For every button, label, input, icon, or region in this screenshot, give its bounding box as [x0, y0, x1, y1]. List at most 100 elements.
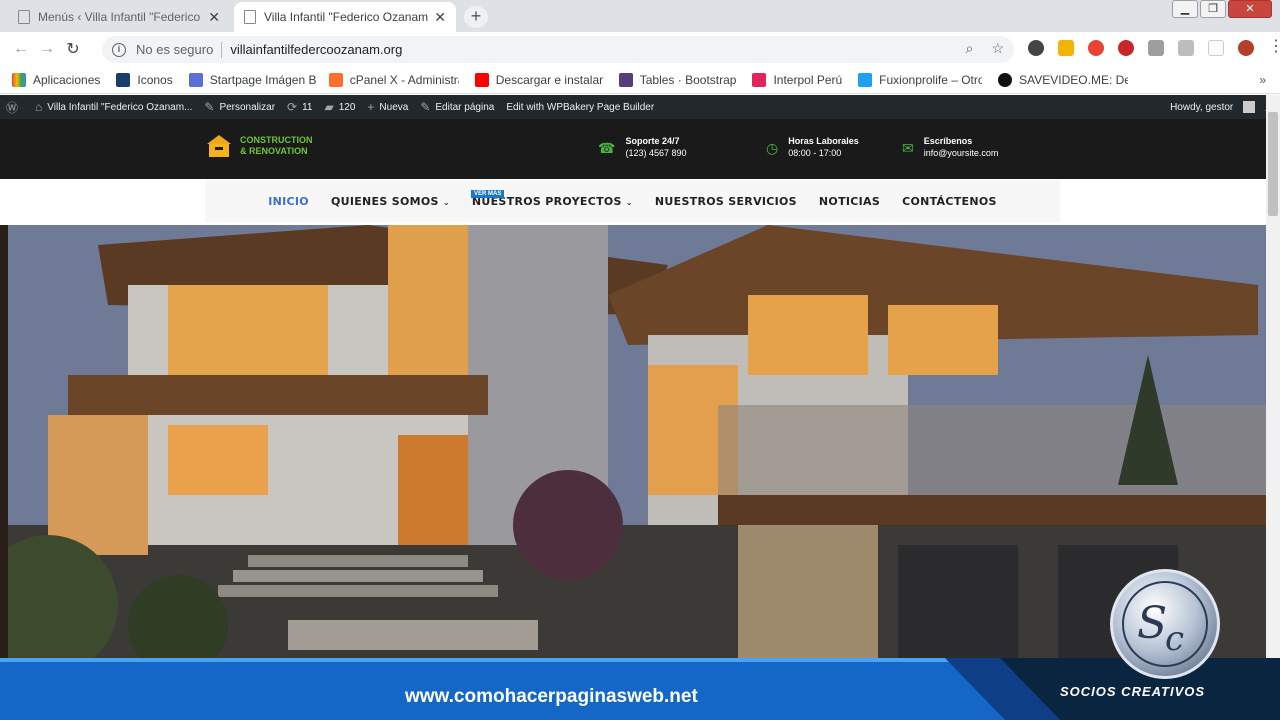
bookmark-apps[interactable]: Aplicaciones	[12, 72, 101, 87]
brush-icon: ✎	[204, 100, 215, 114]
wp-edit-label: Editar página	[435, 101, 495, 113]
wp-admin-bar: Ⓦ ⌂ Villa Infantil "Federico Ozanam... ✎ P…	[0, 95, 1280, 119]
nav-contactenos[interactable]: CONTÁCTENOS	[902, 195, 997, 208]
page-icon	[244, 10, 256, 24]
wp-howdy[interactable]: Howdy, gestor	[1170, 102, 1233, 113]
minimize-button[interactable]: ▁	[1172, 0, 1198, 18]
chevron-right-icon[interactable]: »	[1259, 73, 1266, 87]
bookmark-startpage[interactable]: Startpage Imágen Bu	[188, 72, 317, 87]
extension-icon[interactable]	[1028, 40, 1044, 56]
browser-tab-bar: Menús ‹ Villa Infantil "Federico O ✕ Vil…	[0, 0, 1280, 32]
new-tab-button[interactable]: +	[464, 6, 488, 28]
hero-left-edge	[0, 225, 8, 658]
bookmark-label: Aplicaciones	[33, 72, 101, 87]
nav-inicio[interactable]: INICIO	[268, 195, 309, 208]
email-value[interactable]: info@yoursite.com	[924, 148, 999, 158]
wp-customize-label: Personalizar	[219, 101, 276, 113]
scroll-thumb[interactable]	[1268, 112, 1278, 216]
bookmark-label: Tables · Bootstrap	[639, 72, 737, 87]
divider	[221, 41, 223, 58]
bookmark-label: SAVEVIDEO.ME: Desc	[1019, 72, 1129, 87]
hours-value: 08:00 - 17:00	[788, 148, 842, 158]
wordpress-icon[interactable]: Ⓦ	[6, 99, 23, 116]
youtube-icon	[474, 72, 489, 87]
logo-line-1: CONSTRUCTION	[240, 135, 313, 145]
wp-site-name: Villa Infantil "Federico Ozanam...	[47, 101, 193, 113]
hero-image	[8, 225, 1266, 658]
wp-new-label: Nueva	[379, 101, 409, 113]
menu-badge: VER MAS	[471, 190, 505, 198]
back-icon[interactable]: ←	[8, 40, 34, 58]
extension-icon[interactable]	[1208, 40, 1224, 56]
wp-customize-link[interactable]: ✎ Personalizar	[204, 100, 275, 114]
bookmark-label: Startpage Imágen Bu	[209, 72, 317, 87]
house-logo-icon	[206, 133, 232, 159]
bookmark-fuxion[interactable]: Fuxionprolife – Otro	[858, 72, 982, 87]
support-info: ☎ Soporte 24/7 (123) 4567 890	[598, 136, 687, 158]
socios-creativos-logo: S c	[1110, 569, 1220, 679]
bookmark-bootstrap[interactable]: Tables · Bootstrap	[618, 72, 737, 87]
logo-line-2: & RENOVATION	[240, 146, 308, 156]
wp-updates-count: 11	[302, 101, 313, 113]
bookmark-label: Interpol Perú	[773, 72, 843, 87]
extension-icon[interactable]	[1118, 40, 1134, 56]
extension-icon[interactable]	[1058, 40, 1074, 56]
menu-icon[interactable]: ⋮	[1268, 39, 1280, 56]
comment-icon: ▰	[324, 100, 334, 114]
bookmark-icon	[998, 72, 1013, 87]
bookmark-interpol[interactable]: Interpol Perú	[752, 72, 843, 87]
page-icon	[18, 10, 30, 24]
close-window-button[interactable]: ✕	[1228, 0, 1272, 18]
bookmark-label: Iconos	[137, 72, 173, 87]
nav-label: QUIENES SOMOS	[330, 194, 439, 208]
bookmark-label: cPanel X - Administra	[349, 72, 459, 87]
plus-icon: +	[367, 100, 375, 114]
apps-icon	[12, 72, 26, 87]
bookmark-cpanel[interactable]: cPanel X - Administra	[328, 72, 459, 87]
bookmark-icon	[752, 72, 767, 87]
nav-nuestros-servicios[interactable]: NUESTROS SERVICIOS	[655, 195, 797, 208]
chevron-down-icon: ⌄	[442, 197, 450, 207]
avatar[interactable]	[1243, 101, 1256, 113]
forward-icon[interactable]: →	[34, 40, 60, 58]
bookmark-label: Descargar e instalar p	[495, 72, 603, 87]
tab-villa-infantil[interactable]: Villa Infantil "Federico Ozanam" – ✕	[234, 2, 456, 32]
star-icon[interactable]: ☆	[991, 40, 1004, 57]
bookmark-savevideo[interactable]: SAVEVIDEO.ME: Desc	[998, 72, 1129, 87]
support-title: Soporte 24/7	[625, 136, 680, 146]
url-text[interactable]: villainfantilfedercoozanam.org	[230, 42, 402, 57]
reload-icon[interactable]: ↻	[60, 39, 86, 59]
wp-site-link[interactable]: ⌂ Villa Infantil "Federico Ozanam...	[35, 100, 192, 114]
close-icon[interactable]: ✕	[208, 9, 220, 26]
nav-noticias[interactable]: NOTICIAS	[819, 195, 880, 208]
code-icon[interactable]	[1148, 40, 1164, 56]
hours-title: Horas Laborales	[788, 136, 859, 146]
pencil-icon: ✎	[420, 100, 431, 114]
info-icon[interactable]: i	[112, 42, 126, 57]
wp-new-link[interactable]: + Nueva	[367, 100, 408, 114]
wp-edit-link[interactable]: ✎ Editar página	[420, 100, 494, 114]
clock-icon: ◷	[766, 140, 779, 156]
maximize-button[interactable]: ❐	[1200, 0, 1226, 18]
omnibox[interactable]: i No es seguro villainfantilfedercoozana…	[102, 36, 1014, 63]
extension-icon[interactable]	[1178, 40, 1194, 56]
wp-comments-link[interactable]: ▰ 120	[324, 100, 355, 114]
bookmark-icon	[116, 72, 131, 87]
tab-title: Villa Infantil "Federico Ozanam" –	[264, 10, 429, 24]
security-label: No es seguro	[136, 42, 214, 57]
wp-updates-link[interactable]: ⟳ 11	[287, 100, 312, 114]
tab-menus[interactable]: Menús ‹ Villa Infantil "Federico O ✕	[8, 2, 230, 32]
bookmark-descargar[interactable]: Descargar e instalar p	[474, 72, 603, 87]
extension-icon[interactable]	[1088, 40, 1104, 56]
avatar[interactable]	[1238, 40, 1254, 56]
wp-wpbakery-link[interactable]: Edit with WPBakery Page Builder	[506, 102, 654, 113]
zoom-icon[interactable]: ⌕	[966, 40, 974, 57]
bookmark-iconos[interactable]: Iconos	[116, 72, 173, 87]
site-logo[interactable]: CONSTRUCTION & RENOVATION	[206, 133, 313, 159]
bookmarks-bar: Aplicaciones Iconos Startpage Imágen Bu …	[0, 66, 1280, 94]
phone-icon: ☎	[598, 140, 616, 156]
overlay-url: www.comohacerpaginasweb.net	[405, 686, 698, 707]
mail-icon: ✉	[902, 140, 914, 156]
nav-quienes-somos[interactable]: QUIENES SOMOS ⌄	[331, 195, 450, 208]
close-icon[interactable]: ✕	[434, 9, 446, 26]
